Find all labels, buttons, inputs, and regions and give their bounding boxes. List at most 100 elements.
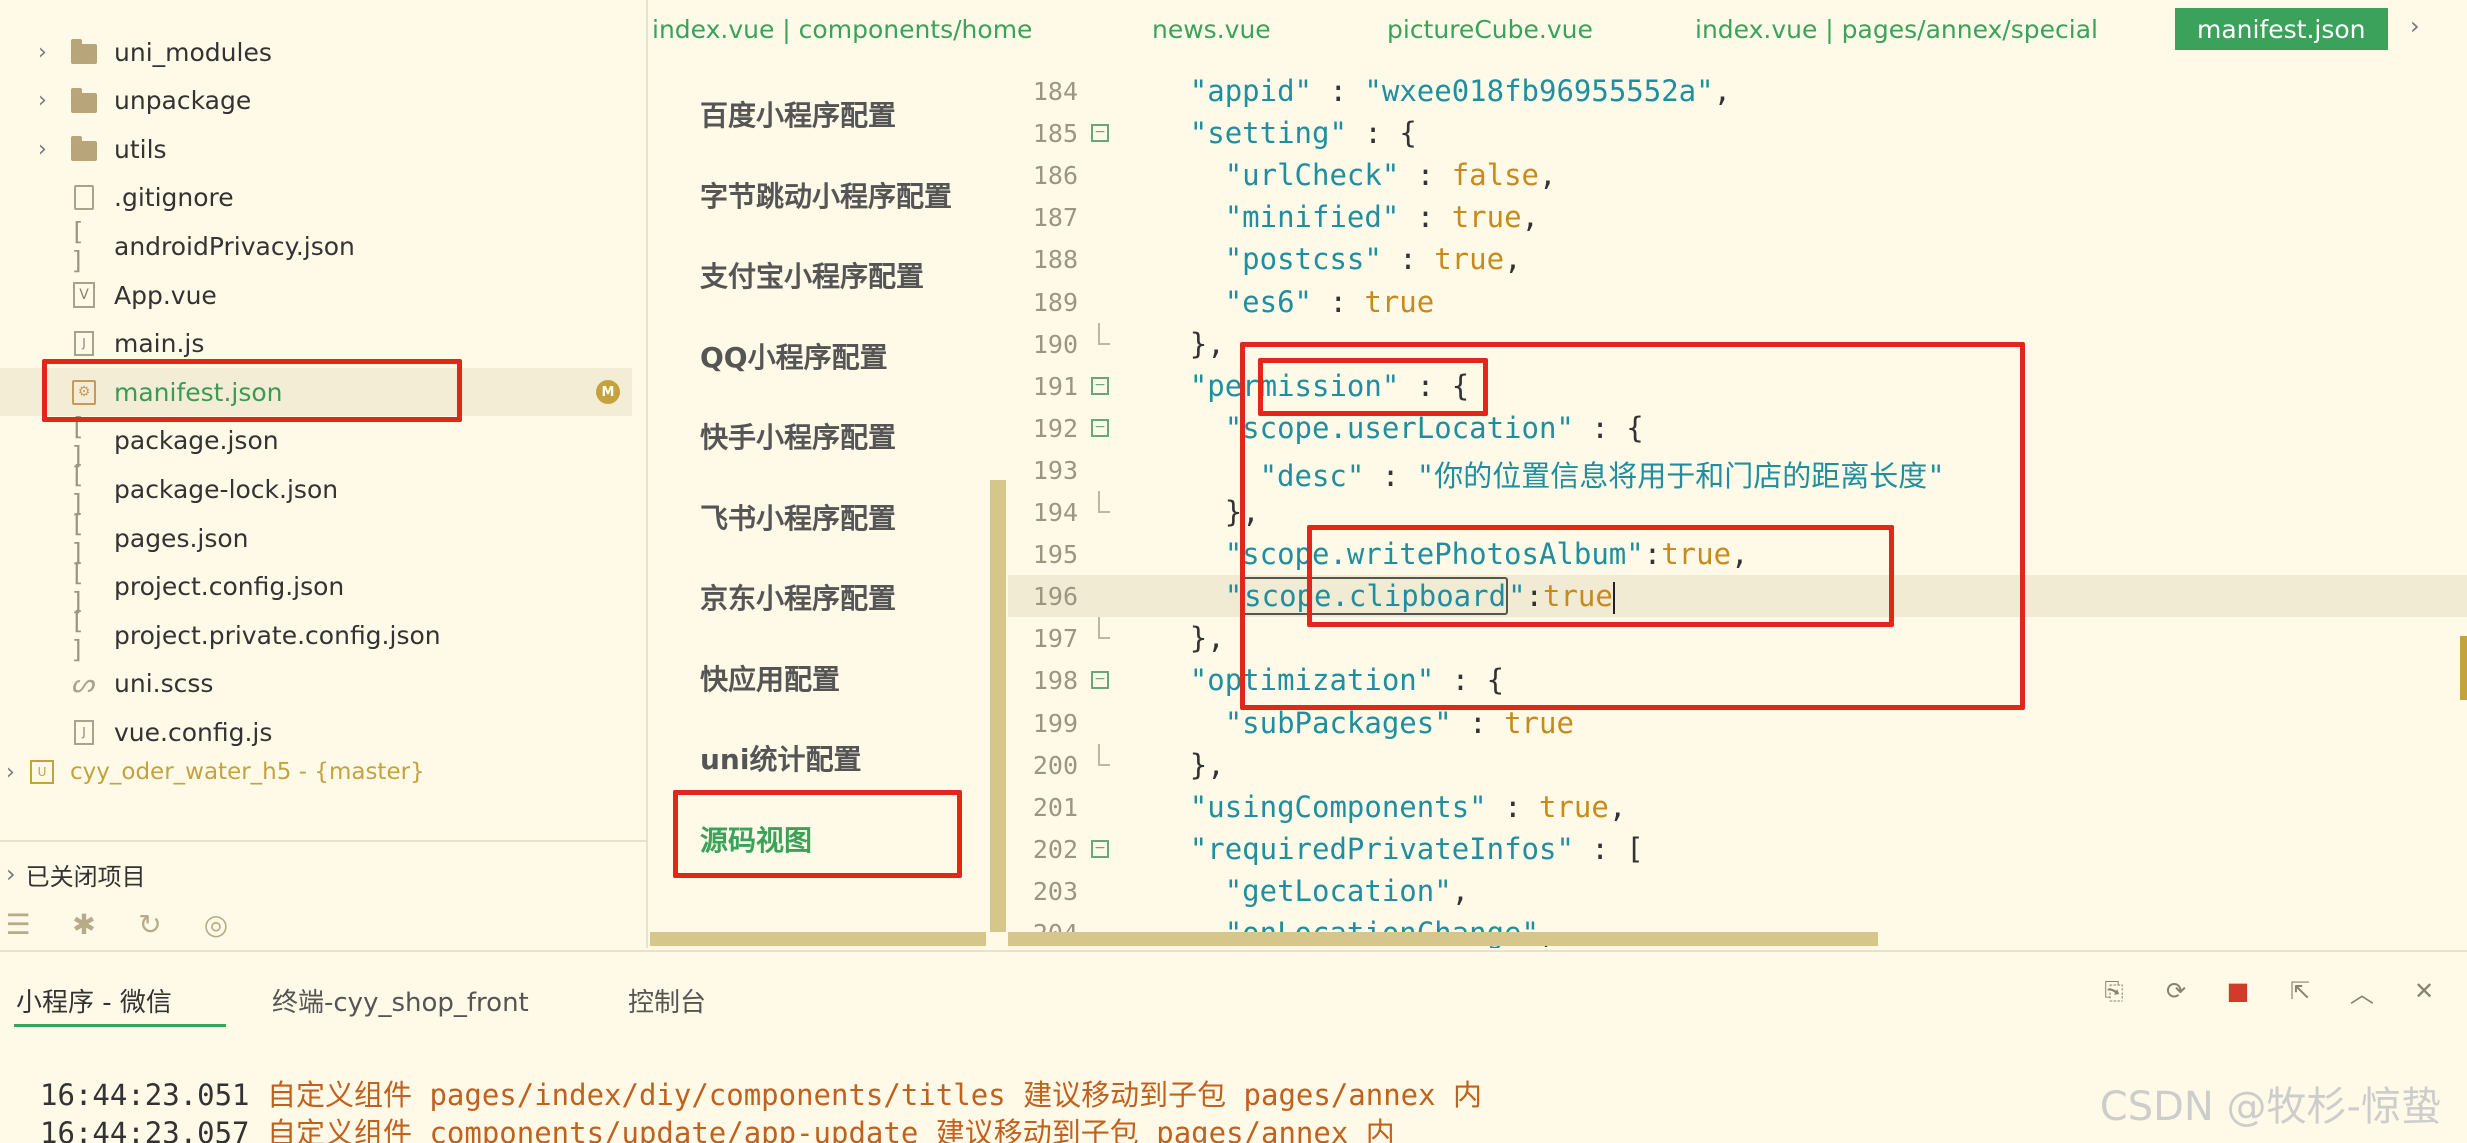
- code-line[interactable]: 187 "minified" : true,: [1008, 196, 2467, 238]
- code-editor[interactable]: 184 "appid" : "wxee018fb96955552a", 185− "s…: [1008, 60, 2467, 948]
- manifest-file-icon: ⚙: [70, 378, 98, 406]
- tree-item[interactable]: › unpackage: [0, 77, 632, 125]
- active-panel-tab-indicator: [14, 1024, 226, 1027]
- code-token: :: [1381, 242, 1435, 277]
- panel-tab[interactable]: 小程序 - 微信: [16, 982, 172, 1019]
- watermark: CSDN @牧杉-惊蛰: [2099, 1084, 2441, 1130]
- tree-item[interactable]: [ ] project.private.config.json: [0, 606, 632, 664]
- code-line[interactable]: 199 "subPackages" : true: [1008, 702, 2467, 744]
- log-message: 自定义组件 pages/index/diy/components/titles …: [266, 1078, 1483, 1112]
- editor-horizontal-scrollbar[interactable]: [1008, 932, 1878, 946]
- collapse-panel-icon[interactable]: ︿: [2345, 974, 2379, 1008]
- editor-tab[interactable]: news.vue: [1152, 8, 1271, 50]
- tree-item[interactable]: [ ] package.json: [0, 412, 632, 470]
- project-row[interactable]: › U cyy_oder_water_h5 - {master}: [0, 748, 632, 796]
- code-line[interactable]: 198− "optimization" : {: [1008, 659, 2467, 701]
- tree-item[interactable]: ⚙ manifest.json M: [0, 368, 632, 417]
- export-icon[interactable]: ⇱: [2283, 974, 2317, 1008]
- code-line[interactable]: 200},: [1008, 743, 2467, 786]
- modified-badge: M: [596, 380, 620, 405]
- settings-nav-item[interactable]: uni统计配置: [700, 738, 861, 778]
- chevron-right-icon[interactable]: ›: [38, 137, 58, 162]
- settings-nav-item[interactable]: 字节跳动小程序配置: [700, 175, 952, 215]
- editor-tab[interactable]: pictureCube.vue: [1387, 8, 1593, 50]
- editor-tab[interactable]: index.vue | components/home: [652, 8, 1032, 50]
- chevron-right-icon[interactable]: ›: [6, 760, 15, 785]
- editor-tab[interactable]: manifest.json: [2175, 8, 2388, 50]
- code-token: :: [1399, 200, 1452, 235]
- code-line[interactable]: 189 "es6" : true: [1008, 281, 2467, 323]
- code-token: },: [1189, 747, 1225, 782]
- code-line[interactable]: 186 "urlCheck" : false,: [1008, 154, 2467, 196]
- fold-toggle-icon[interactable]: −: [1091, 376, 1109, 395]
- line-number: 196: [1032, 582, 1078, 612]
- tree-item[interactable]: ᔕ uni.scss: [0, 660, 632, 708]
- line-number: 189: [1032, 287, 1078, 317]
- fold-toggle-icon[interactable]: −: [1091, 418, 1109, 437]
- panel-tab[interactable]: 终端-cyy_shop_front: [272, 982, 529, 1019]
- chevron-right-icon[interactable]: ›: [6, 860, 16, 888]
- restart-icon[interactable]: ⟳: [2159, 974, 2193, 1008]
- code-line[interactable]: 190},: [1008, 322, 2467, 365]
- tree-item[interactable]: › utils: [0, 125, 632, 173]
- code-token: "usingComponents": [1189, 789, 1487, 824]
- fold-toggle-icon[interactable]: −: [1091, 839, 1109, 858]
- tree-item[interactable]: [ ] pages.json: [0, 509, 632, 567]
- code-line[interactable]: 184 "appid" : "wxee018fb96955552a",: [1008, 70, 2467, 112]
- code-token: true: [1539, 789, 1609, 824]
- code-line[interactable]: 185− "setting" : {: [1008, 112, 2467, 154]
- closed-projects-row[interactable]: › 已关闭项目: [0, 852, 648, 896]
- debug-icon[interactable]: ✱: [66, 908, 102, 941]
- settings-nav-item[interactable]: 快手小程序配置: [700, 416, 896, 456]
- tree-item[interactable]: .gitignore: [0, 174, 632, 222]
- code-text: "setting" : {: [1190, 116, 1417, 150]
- code-token: :: [1312, 284, 1365, 319]
- fold-toggle-icon[interactable]: −: [1091, 124, 1109, 143]
- tree-item[interactable]: › uni_modules: [0, 28, 632, 76]
- panel-tab[interactable]: 控制台: [628, 982, 706, 1019]
- editor-tab[interactable]: index.vue | pages/annex/special: [1695, 8, 2098, 50]
- tree-item[interactable]: V App.vue: [0, 271, 632, 319]
- code-line[interactable]: 188 "postcss" : true,: [1008, 238, 2467, 280]
- browser-icon[interactable]: ◎: [198, 908, 234, 941]
- code-line[interactable]: 202− "requiredPrivateInfos" : [: [1008, 828, 2467, 870]
- line-number: 201: [1032, 792, 1078, 822]
- tree-item-label: pages.json: [114, 523, 249, 553]
- stop-icon[interactable]: ■: [2221, 974, 2255, 1008]
- settings-nav-item[interactable]: 源码视图: [700, 819, 812, 859]
- text-cursor: [1612, 582, 1615, 615]
- code-line[interactable]: 191− "permission" : {: [1008, 365, 2467, 407]
- tree-item[interactable]: [ ] project.config.json: [0, 558, 632, 616]
- clear-console-icon[interactable]: ⎘: [2097, 974, 2131, 1008]
- code-line[interactable]: 192− "scope.userLocation" : {: [1008, 407, 2467, 449]
- settings-nav-item[interactable]: 京东小程序配置: [700, 577, 896, 617]
- refresh-icon[interactable]: ↻: [132, 908, 168, 941]
- settings-nav-item[interactable]: 百度小程序配置: [700, 94, 896, 134]
- code-token: "appid": [1189, 74, 1313, 108]
- code-line[interactable]: 195 "scope.writePhotosAlbum":true,: [1008, 533, 2467, 575]
- chevron-right-icon[interactable]: ›: [38, 88, 58, 113]
- manifest-settings-nav: 百度小程序配置字节跳动小程序配置 支付宝小程序配置 QQ小程序配置 快手小程序配置 飞书…: [650, 60, 990, 948]
- code-line[interactable]: 193 "desc" : "你的位置信息将用于和门店的距离长度": [1008, 449, 2467, 493]
- line-number: 194: [1032, 498, 1078, 527]
- code-line[interactable]: 203 "getLocation",: [1008, 870, 2467, 912]
- code-line[interactable]: 194},: [1008, 491, 2467, 533]
- tab-scroll-right-icon[interactable]: ›: [2410, 12, 2420, 40]
- fold-toggle-icon[interactable]: −: [1091, 671, 1109, 690]
- settings-horizontal-scrollbar[interactable]: [650, 932, 986, 946]
- chevron-right-icon[interactable]: ›: [38, 40, 58, 65]
- settings-nav-item[interactable]: QQ小程序配置: [700, 336, 888, 376]
- settings-nav-item[interactable]: 飞书小程序配置: [700, 497, 896, 537]
- settings-nav-item[interactable]: 支付宝小程序配置: [700, 255, 924, 295]
- close-panel-icon[interactable]: ✕: [2407, 974, 2441, 1008]
- code-line[interactable]: 196 "scope.clipboard":true: [1008, 575, 2467, 618]
- code-line[interactable]: 201 "usingComponents" : true,: [1008, 786, 2467, 828]
- settings-nav-scrollbar[interactable]: [990, 480, 1006, 932]
- tree-item[interactable]: [ ] package-lock.json: [0, 460, 632, 518]
- settings-nav-item[interactable]: 快应用配置: [700, 658, 840, 698]
- code-line[interactable]: 197},: [1008, 617, 2467, 659]
- project-manager-icon[interactable]: ☰: [0, 908, 36, 941]
- line-number: 187: [1032, 203, 1078, 233]
- tree-item[interactable]: [ ] androidPrivacy.json: [0, 217, 632, 275]
- tree-item[interactable]: Jmain.js: [0, 320, 632, 368]
